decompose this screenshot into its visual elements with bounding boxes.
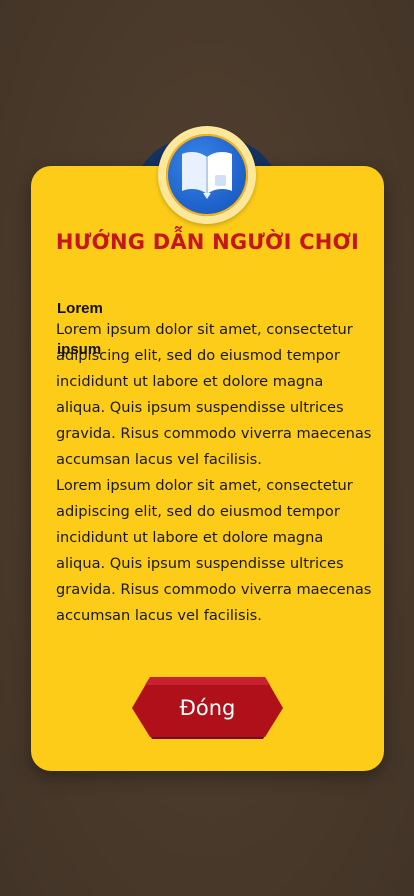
book-icon (177, 145, 237, 205)
close-button-label: Đóng (179, 696, 236, 720)
instructions-paragraph: Lorem ipsum dolor sit amet, consectetur … (56, 477, 372, 624)
instructions-body: Lorem ipsum dolor sit amet, consectetur … (56, 317, 374, 629)
close-button[interactable]: Đóng (130, 677, 285, 741)
instructions-paragraph: Lorem ipsum dolor sit amet, consectetur … (56, 321, 372, 468)
dialog-badge (158, 126, 256, 224)
dialog-title: HƯỚNG DẪN NGƯỜI CHƠI (55, 230, 360, 254)
